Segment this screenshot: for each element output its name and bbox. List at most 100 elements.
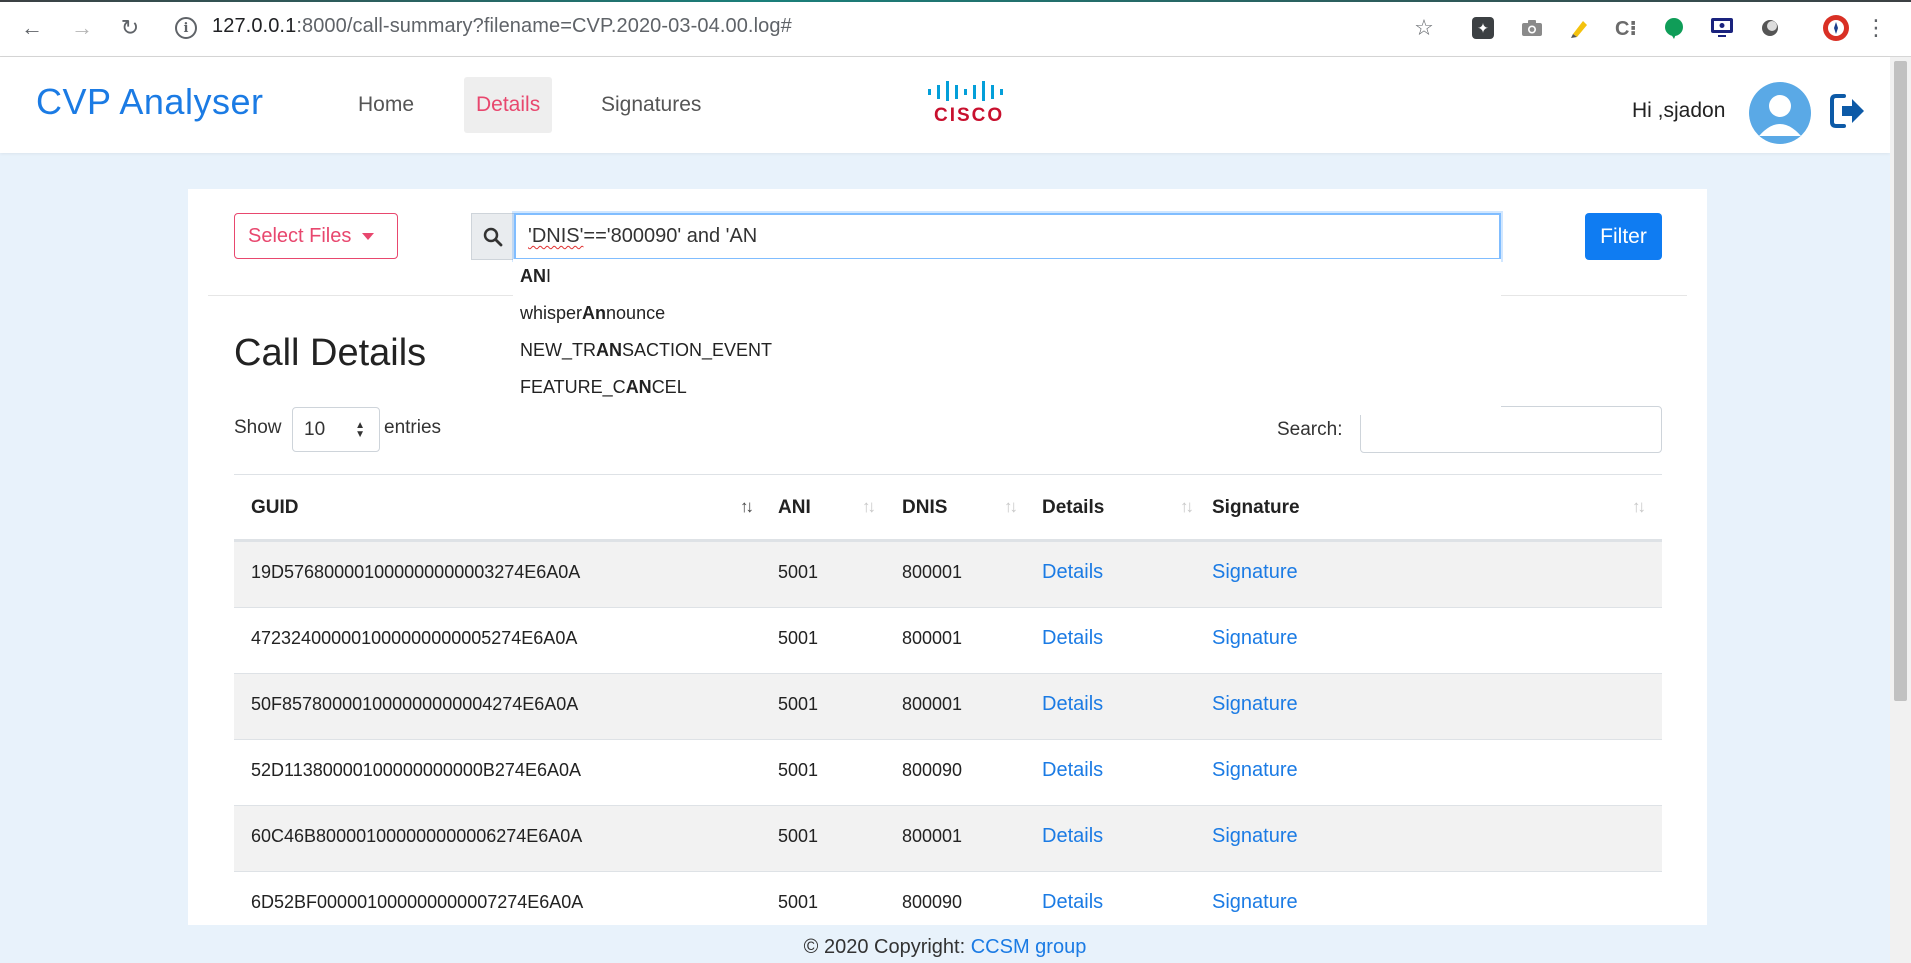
monitor-icon (1711, 18, 1733, 37)
circle-extension-icon[interactable] (1756, 14, 1784, 42)
cell-dnis: 800001 (902, 628, 963, 648)
nav-home[interactable]: Home (346, 77, 426, 133)
cell-dnis: 800001 (902, 826, 963, 846)
query-search-group: 'DNIS' =='800090' and 'AN (471, 213, 1501, 260)
cell-dnis: 800090 (902, 892, 963, 912)
autocomplete-dropdown: ANI whisperAnnounce NEW_TRANSACTION_EVEN… (513, 259, 1501, 415)
show-label: Show (234, 417, 282, 438)
table-row: 19D576800001000000000003274E6A0A 5001 80… (234, 542, 1662, 608)
sort-icon[interactable]: ↑↓ (1004, 497, 1018, 517)
ac-post: CEL (651, 377, 687, 397)
signature-link[interactable]: Signature (1212, 561, 1298, 584)
screen-extension-icon[interactable] (1708, 14, 1736, 42)
camera-icon (1522, 20, 1542, 36)
ac-post: I (546, 266, 552, 286)
sort-asc-icon[interactable]: ↑↓ (740, 497, 754, 517)
col-guid[interactable]: GUID (251, 497, 299, 519)
cell-ani: 5001 (778, 628, 819, 648)
footer-org-link[interactable]: CCSM group (971, 936, 1087, 958)
query-text-rest: =='800090' and 'AN (583, 225, 758, 247)
url-host: 127.0.0.1 (212, 15, 297, 37)
bulb-extension-icon[interactable]: ✦ (1472, 17, 1494, 39)
sort-icon[interactable]: ↑↓ (1632, 497, 1646, 517)
col-details[interactable]: Details (1042, 497, 1104, 519)
signature-link[interactable]: Signature (1212, 693, 1298, 716)
highlighter-extension-icon[interactable] (1565, 14, 1593, 42)
logout-button[interactable] (1828, 91, 1868, 131)
query-input[interactable]: 'DNIS' =='800090' and 'AN (514, 213, 1501, 260)
menu-kebab-icon[interactable]: ⋮ (1862, 14, 1890, 42)
user-greeting: Hi ,sjadon (1632, 99, 1726, 122)
cisco-wordmark: CISCO (934, 105, 1004, 126)
magnifier-icon (483, 227, 503, 246)
entries-select[interactable]: 10 ▲ ▼ (292, 407, 380, 452)
url-path: :8000/call-summary?filename=CVP.2020-03-… (296, 15, 792, 37)
chat-extension-icon[interactable] (1660, 14, 1688, 42)
search-icon (471, 213, 514, 260)
cell-ani: 5001 (778, 562, 819, 582)
ac-pre: FEATURE_C (520, 377, 626, 397)
cell-dnis: 800090 (902, 760, 963, 780)
cell-guid: 50F857800001000000000004274E6A0A (251, 694, 579, 714)
table-row: 52D11380000100000000000B274E6A0A 5001 80… (234, 740, 1662, 806)
caret-down-icon (362, 232, 375, 240)
autocomplete-item[interactable]: ANI (520, 266, 551, 287)
signature-link[interactable]: Signature (1212, 759, 1298, 782)
details-link[interactable]: Details (1042, 759, 1103, 782)
profile-avatar-icon[interactable] (1822, 14, 1850, 42)
cell-ani: 5001 (778, 892, 819, 912)
page-scrollbar[interactable] (1890, 57, 1911, 963)
table-search-label: Search: (1277, 419, 1343, 440)
autocomplete-item[interactable]: NEW_TRANSACTION_EVENT (520, 340, 772, 361)
code-extension-icon[interactable]: C⁝ (1612, 14, 1640, 42)
site-info-icon[interactable]: i (175, 17, 197, 39)
back-arrow-icon[interactable]: ← (16, 12, 48, 44)
highlighter-icon (1571, 21, 1587, 38)
browser-top-strip (0, 0, 1911, 2)
nav-details[interactable]: Details (464, 77, 553, 133)
reload-icon[interactable]: ↻ (114, 12, 146, 44)
cell-dnis: 800001 (902, 562, 963, 582)
col-dnis[interactable]: DNIS (902, 497, 947, 519)
table-row: 50F857800001000000000004274E6A0A 5001 80… (234, 674, 1662, 740)
autocomplete-item[interactable]: FEATURE_CANCEL (520, 377, 687, 398)
col-ani[interactable]: ANI (778, 497, 811, 519)
forward-arrow-icon[interactable]: → (66, 12, 98, 44)
select-files-dropdown[interactable]: Select Files (234, 213, 398, 259)
app-navbar: CVP Analyser Home Details Signatures CIS… (0, 57, 1890, 153)
section-title: Call Details (234, 332, 427, 374)
table-row: 60C46B800001000000000006274E6A0A 5001 80… (234, 806, 1662, 872)
cell-ani: 5001 (778, 826, 819, 846)
nav-signatures[interactable]: Signatures (589, 77, 713, 133)
autocomplete-item[interactable]: whisperAnnounce (520, 303, 665, 324)
details-link[interactable]: Details (1042, 825, 1103, 848)
signature-link[interactable]: Signature (1212, 891, 1298, 914)
sort-icon[interactable]: ↑↓ (1180, 497, 1194, 517)
user-avatar[interactable] (1749, 82, 1811, 144)
cell-ani: 5001 (778, 694, 819, 714)
brand-title[interactable]: CVP Analyser (36, 81, 263, 123)
signature-link[interactable]: Signature (1212, 825, 1298, 848)
ac-post: SACTION_EVENT (622, 340, 773, 360)
col-signature[interactable]: Signature (1212, 497, 1300, 519)
cell-guid: 472324000001000000000005274E6A0A (251, 628, 578, 648)
filter-button[interactable]: Filter (1585, 213, 1662, 260)
ac-pre: whisper (520, 303, 583, 323)
camera-extension-icon[interactable] (1518, 14, 1546, 42)
cell-guid: 19D576800001000000000003274E6A0A (251, 562, 581, 582)
cisco-bars-icon: CISCO (928, 81, 1004, 126)
ac-post: nounce (606, 303, 666, 323)
signature-link[interactable]: Signature (1212, 627, 1298, 650)
bookmark-star-icon[interactable]: ☆ (1410, 14, 1438, 42)
details-link[interactable]: Details (1042, 561, 1103, 584)
scrollbar-thumb[interactable] (1894, 61, 1907, 701)
details-link[interactable]: Details (1042, 891, 1103, 914)
ac-match: AN (625, 377, 652, 397)
details-link[interactable]: Details (1042, 693, 1103, 716)
sort-icon[interactable]: ↑↓ (862, 497, 876, 517)
logout-icon (1830, 94, 1864, 128)
address-bar[interactable]: 127.0.0.1:8000/call-summary?filename=CVP… (212, 15, 792, 38)
details-link[interactable]: Details (1042, 627, 1103, 650)
entries-label: entries (384, 417, 442, 438)
table-header: GUID ↑↓ ANI ↑↓ DNIS ↑↓ Details ↑↓ Signat… (234, 474, 1662, 542)
